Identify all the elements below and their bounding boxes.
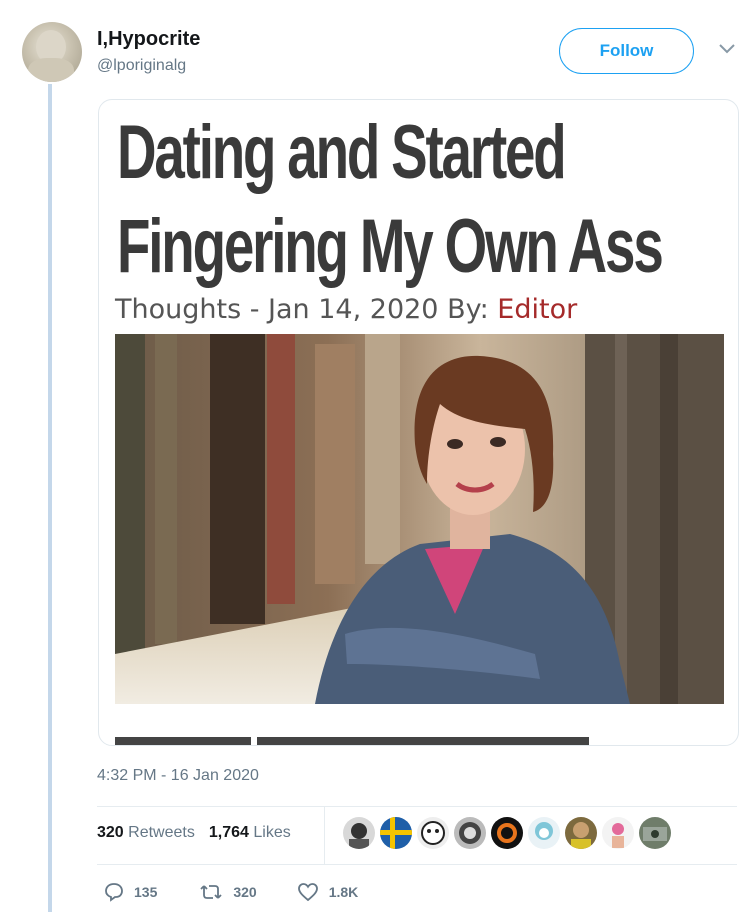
liker-avatar[interactable] (565, 817, 597, 849)
retweet-icon (199, 882, 223, 902)
reply-icon (104, 882, 124, 902)
divider (97, 806, 737, 807)
liker-avatar[interactable] (343, 817, 375, 849)
liker-avatar[interactable] (454, 817, 486, 849)
article-byline: Thoughts - Jan 14, 2020 By: Editor (115, 294, 577, 325)
likes-stat[interactable]: 1,764 Likes (209, 824, 291, 842)
liker-avatar[interactable] (380, 817, 412, 849)
liker-avatars (343, 817, 671, 849)
article-card[interactable]: Dating and Started Fingering My Own Ass … (98, 99, 739, 746)
byline-prefix: Thoughts - Jan 14, 2020 By: (115, 294, 498, 325)
follow-button[interactable]: Follow (559, 28, 694, 74)
heart-icon (297, 882, 319, 902)
card-progress-bar (257, 737, 589, 745)
liker-avatar[interactable] (491, 817, 523, 849)
tweet-timestamp[interactable]: 4:32 PM - 16 Jan 2020 (97, 767, 259, 785)
article-photo (115, 334, 724, 704)
tweet-actions: 135 320 1.8K (104, 882, 396, 902)
byline-author-link[interactable]: Editor (497, 294, 577, 325)
engagement-stats: 320 Retweets 1,764 Likes (97, 824, 291, 842)
retweet-count: 320 (233, 884, 257, 900)
card-progress-bar (115, 737, 251, 745)
article-headline: Dating and Started Fingering My Own Ass (117, 106, 664, 294)
user-handle[interactable]: @lporiginalg (97, 57, 186, 75)
like-button[interactable]: 1.8K (297, 882, 359, 902)
retweet-button[interactable]: 320 (199, 882, 257, 902)
headline-line-2: Fingering My Own Ass (117, 204, 664, 289)
thread-line (48, 84, 52, 912)
avatar[interactable] (22, 22, 82, 82)
reply-button[interactable]: 135 (104, 882, 157, 902)
liker-avatar[interactable] (602, 817, 634, 849)
reply-count: 135 (134, 884, 158, 900)
divider (324, 806, 325, 864)
divider (97, 864, 737, 865)
liker-avatar[interactable] (417, 817, 449, 849)
display-name[interactable]: I,Hypocrite (97, 28, 200, 51)
retweets-stat[interactable]: 320 Retweets (97, 824, 195, 842)
like-count: 1.8K (328, 884, 359, 900)
liker-avatar[interactable] (639, 817, 671, 849)
headline-line-1: Dating and Started (117, 110, 567, 195)
liker-avatar[interactable] (528, 817, 560, 849)
chevron-down-icon[interactable] (718, 40, 736, 58)
